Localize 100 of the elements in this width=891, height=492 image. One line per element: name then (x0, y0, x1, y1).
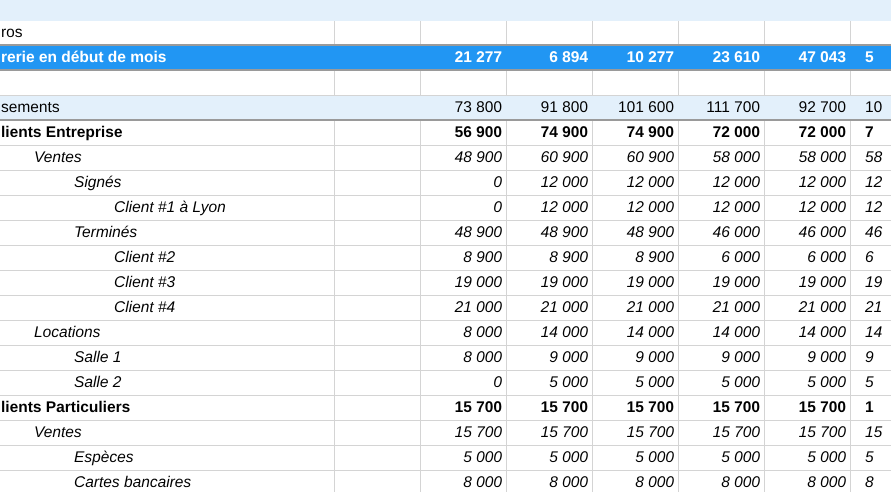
table-cell: 46 000 (712, 224, 760, 241)
table-cell: 91 800 (540, 99, 588, 116)
table-cell: 15 700 (454, 424, 502, 441)
table-cell: 60 900 (540, 149, 588, 166)
table-cell: 19 000 (540, 274, 588, 291)
table-cell: 46 000 (798, 224, 846, 241)
table-cell: 8 (865, 474, 874, 491)
table-cell: 5 (865, 374, 874, 391)
table-cell: 14 000 (540, 324, 588, 341)
table-cell: 72 000 (798, 124, 846, 141)
row-label: Locations (33, 323, 100, 343)
table-cell: 48 900 (540, 224, 588, 241)
table-cell: 12 (865, 174, 882, 191)
table-cell: 14 (865, 324, 882, 341)
table-cell: 74 900 (540, 124, 588, 141)
table-cell: 72 000 (712, 124, 760, 141)
table-cell: 7 (865, 124, 874, 141)
table-cell: 10 277 (626, 49, 674, 66)
table-cell: 15 700 (540, 424, 588, 441)
table-cell: 15 700 (626, 424, 674, 441)
table-cell: 5 000 (721, 374, 760, 391)
row-label: Salle 2 (73, 373, 122, 393)
row-label: Ventes (33, 423, 82, 443)
table-cell: 10 (865, 99, 882, 116)
table-cell: 1 (865, 399, 874, 416)
table-cell: 15 700 (540, 399, 588, 416)
table-cell: 73 800 (454, 99, 502, 116)
table-cell: 6 (865, 249, 874, 266)
table-cell: 12 000 (540, 174, 588, 191)
table-cell: 9 000 (549, 349, 588, 366)
table-cell: 21 000 (626, 299, 674, 316)
table-cell: 9 (865, 349, 874, 366)
table-cell: 60 900 (626, 149, 674, 166)
table-cell: 5 000 (463, 449, 502, 466)
table-cell: 0 (493, 374, 502, 391)
table-cell: 92 700 (798, 99, 846, 116)
row-label: Espèces (73, 448, 134, 468)
table-cell: 8 000 (721, 474, 760, 491)
table-cell: 8 000 (463, 474, 502, 491)
row-label: Salle 1 (73, 348, 122, 368)
table-cell: 12 000 (540, 199, 588, 216)
table-cell: 12 000 (798, 174, 846, 191)
table-cell: 15 700 (454, 399, 502, 416)
row-label: Client #3 (113, 273, 176, 293)
table-cell: 8 000 (549, 474, 588, 491)
table-cell: 48 900 (454, 149, 502, 166)
table-cell: 5 000 (807, 374, 846, 391)
row-label: Signés (73, 173, 122, 193)
table-cell: 48 900 (626, 224, 674, 241)
table-cell: 56 900 (454, 124, 502, 141)
table-cell: 23 610 (712, 49, 760, 66)
table-cell: 14 000 (712, 324, 760, 341)
table-cell: 5 (865, 449, 874, 466)
row-label: Ventes (33, 148, 82, 168)
row-label: Client #4 (113, 298, 176, 318)
table-cell: 8 900 (463, 249, 502, 266)
table-cell: 19 000 (626, 274, 674, 291)
table-cell: 21 000 (454, 299, 502, 316)
table-cell: 19 000 (798, 274, 846, 291)
table-cell: 8 900 (635, 249, 674, 266)
table-cell: 9 000 (721, 349, 760, 366)
table-cell: 0 (493, 174, 502, 191)
row-label: lients Entreprise (1, 123, 122, 143)
table-cell: 19 (865, 274, 882, 291)
table-cell: 5 000 (807, 449, 846, 466)
table-cell: 21 000 (712, 299, 760, 316)
row-label: rerie en début de mois (1, 48, 166, 68)
table-cell: 5 000 (549, 374, 588, 391)
table-cell: 5 000 (635, 449, 674, 466)
table-cell: 5 000 (721, 449, 760, 466)
table-cell: 111 700 (706, 99, 760, 116)
table-cell: 8 000 (807, 474, 846, 491)
table-cell: 5 (865, 49, 874, 66)
table-cell: 6 000 (807, 249, 846, 266)
table-cell: 58 000 (712, 149, 760, 166)
table-cell: 8 900 (549, 249, 588, 266)
table-cell: 14 000 (798, 324, 846, 341)
table-cell: 12 (865, 199, 882, 216)
table-cell: 5 000 (635, 374, 674, 391)
row-label: Client #1 à Lyon (113, 198, 226, 218)
table-cell: 21 277 (454, 49, 502, 66)
table-cell: 15 700 (626, 399, 674, 416)
table-cell: 15 700 (798, 399, 846, 416)
row-label: Client #2 (113, 248, 176, 268)
table-cell: 21 000 (540, 299, 588, 316)
table-cell: 15 700 (712, 399, 760, 416)
table-cell: 5 000 (549, 449, 588, 466)
table-cell: 15 700 (712, 424, 760, 441)
table-cell: 9 000 (807, 349, 846, 366)
table-cell: 0 (493, 199, 502, 216)
table-cell: 12 000 (798, 199, 846, 216)
table-cell: 19 000 (454, 274, 502, 291)
table-cell: 15 700 (798, 424, 846, 441)
table-cell: 8 000 (463, 324, 502, 341)
table-cell: 46 (865, 224, 882, 241)
table-cell: 9 000 (635, 349, 674, 366)
table-cell: 47 043 (798, 49, 846, 66)
table-cell: 8 000 (635, 474, 674, 491)
table-cell: 12 000 (626, 174, 674, 191)
table-cell: 12 000 (712, 174, 760, 191)
